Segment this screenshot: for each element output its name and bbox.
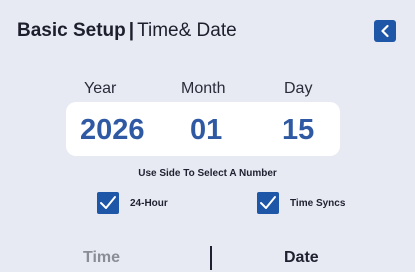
day-value[interactable]: 15 (282, 114, 314, 146)
hour24-label: 24-Hour (130, 198, 168, 209)
tab-divider (210, 246, 212, 270)
title-subtitle: Time& Date (137, 20, 237, 41)
hint-text: Use Side To Select A Number (138, 168, 277, 179)
day-label: Day (284, 80, 313, 97)
back-button[interactable] (374, 20, 396, 42)
title-main: Basic Setup (17, 20, 126, 41)
year-label: Year (84, 80, 117, 97)
header: Basic Setup | Time& Date (0, 0, 415, 60)
hour24-checkbox[interactable] (97, 192, 119, 214)
year-value[interactable]: 2026 (80, 114, 145, 146)
timesync-checkbox[interactable] (257, 192, 279, 214)
title-separator: | (128, 20, 135, 41)
tab-time[interactable]: Time (83, 249, 120, 267)
page-title: Basic Setup | Time& Date (17, 19, 237, 43)
date-value-box: 2026 01 15 (66, 102, 340, 156)
checkmark-icon (260, 196, 276, 209)
timesync-label: Time Syncs (290, 198, 346, 209)
month-label: Month (181, 80, 226, 97)
tab-date[interactable]: Date (284, 249, 319, 267)
chevron-left-icon (381, 24, 389, 38)
date-labels: Year Month Day (0, 80, 415, 100)
month-value[interactable]: 01 (190, 114, 222, 146)
checkmark-icon (100, 196, 116, 209)
